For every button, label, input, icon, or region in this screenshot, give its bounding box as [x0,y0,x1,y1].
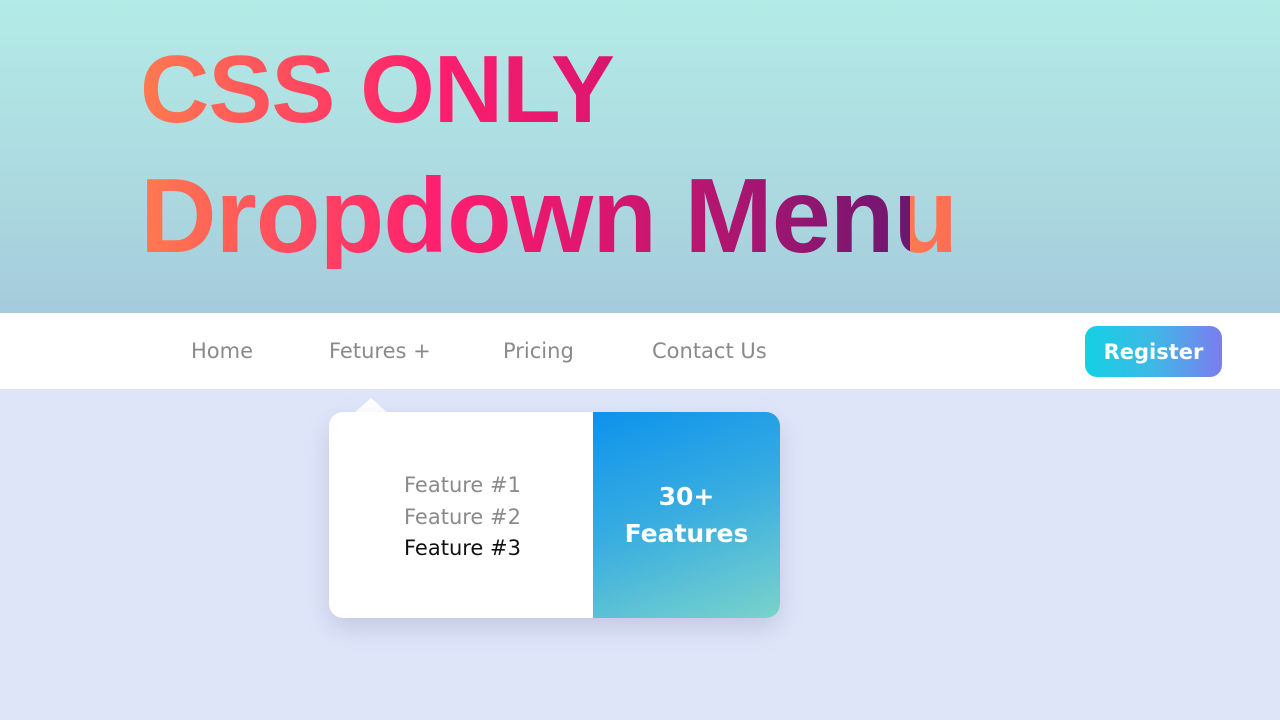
promo-count: 30+ [658,482,715,511]
nav-link-pricing[interactable]: Pricing [503,339,574,363]
dropdown-item-feature-2[interactable]: Feature #2 [404,502,521,534]
register-button[interactable]: Register [1085,326,1222,377]
nav-link-home[interactable]: Home [191,339,253,363]
headline-line-2: Dropdown Menu [140,157,958,275]
dropdown-item-feature-1[interactable]: Feature #1 [404,470,521,502]
dropdown-item-feature-3[interactable]: Feature #3 [404,533,521,565]
navbar: Home Fetures + Pricing Contact Us Regist… [0,313,1280,389]
features-promo-panel: 30+ Features [593,412,780,618]
dropdown-list: Feature #1 Feature #2 Feature #3 [404,470,521,565]
features-dropdown-menu: Feature #1 Feature #2 Feature #3 30+ Fea… [329,412,780,618]
nav-link-features[interactable]: Fetures + [329,339,431,363]
page: CSS ONLY Dropdown Menu Home Fetures + Pr… [0,0,1280,720]
headline-line-1: CSS ONLY [140,36,615,143]
promo-label: Features [624,519,749,548]
nav-link-contact-us[interactable]: Contact Us [652,339,767,363]
title-banner: CSS ONLY Dropdown Menu [0,0,1280,313]
